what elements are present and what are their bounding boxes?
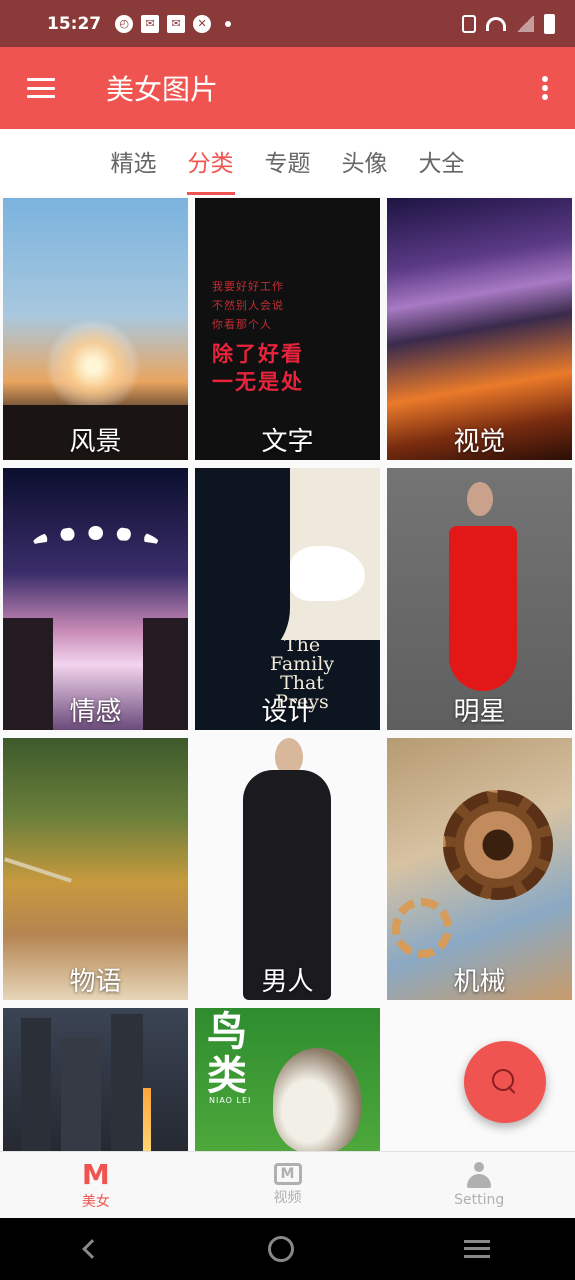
system-navigation-bar bbox=[0, 1218, 575, 1280]
small-gear-image bbox=[392, 898, 452, 958]
nav-item-beauty[interactable]: M 美女 bbox=[0, 1152, 192, 1218]
poster-title-zh: 鸟 类 bbox=[207, 1010, 247, 1098]
nav-item-setting[interactable]: Setting bbox=[383, 1152, 575, 1218]
category-tile-story[interactable]: 物语 bbox=[3, 738, 188, 1000]
poster-line: 我要好好工作 bbox=[212, 280, 284, 293]
category-tile-birds[interactable]: 鸟 类 NIAO LEI bbox=[195, 1008, 380, 1151]
tab-featured[interactable]: 精选 bbox=[111, 144, 157, 182]
person-icon bbox=[465, 1162, 493, 1190]
bottom-navigation: M 美女 M 视频 Setting bbox=[0, 1151, 575, 1218]
clock-notification-icon: ◴ bbox=[115, 14, 134, 33]
poster-line: 你看那个人 bbox=[212, 318, 272, 331]
vibrate-icon bbox=[462, 14, 476, 33]
category-tile-mechanical[interactable]: 机械 bbox=[387, 738, 572, 1000]
mail-notification-icon: ✉ bbox=[141, 14, 160, 33]
category-label: 物语 bbox=[69, 967, 122, 997]
dandelion-image bbox=[45, 318, 141, 414]
category-label: 设计 bbox=[261, 697, 314, 727]
building bbox=[111, 1014, 143, 1151]
tab-avatars[interactable]: 头像 bbox=[342, 144, 388, 182]
hand-image bbox=[290, 546, 365, 601]
home-icon[interactable] bbox=[268, 1236, 295, 1262]
more-notifications-dot-icon bbox=[225, 20, 232, 27]
wifi-icon bbox=[486, 16, 506, 31]
poster-headline: 除了好看 bbox=[212, 342, 304, 366]
category-tile-design[interactable]: The Family That Preys 设计 bbox=[195, 468, 380, 730]
nav-label: 美女 bbox=[81, 1194, 110, 1210]
red-dress-image bbox=[449, 526, 517, 691]
category-label: 风景 bbox=[69, 427, 122, 457]
category-tile-city[interactable] bbox=[3, 1008, 188, 1151]
m-logo-icon: M bbox=[81, 1157, 110, 1191]
shield-notification-icon: ✕ bbox=[193, 14, 212, 33]
app-title: 美女图片 bbox=[106, 73, 219, 106]
gear-image bbox=[443, 790, 553, 900]
category-tile-scenery[interactable]: 风景 bbox=[3, 198, 188, 460]
tab-topics[interactable]: 专题 bbox=[265, 144, 311, 182]
moon-phases-image bbox=[31, 526, 161, 566]
mail-notification-icon-2: ✉ bbox=[167, 14, 186, 33]
poster-char: 类 bbox=[207, 1053, 247, 1099]
battery-icon bbox=[544, 13, 555, 34]
category-label: 情感 bbox=[69, 697, 122, 727]
tab-all[interactable]: 大全 bbox=[419, 144, 465, 182]
nav-label: Setting bbox=[454, 1192, 505, 1208]
nav-item-video[interactable]: M 视频 bbox=[192, 1152, 384, 1218]
category-label: 视觉 bbox=[453, 427, 506, 457]
tab-bar: 精选 分类 专题 头像 大全 bbox=[0, 129, 575, 196]
category-label: 男人 bbox=[261, 967, 314, 997]
poster-line: 不然别人会说 bbox=[212, 299, 284, 312]
search-fab-button[interactable] bbox=[464, 1041, 546, 1123]
category-label: 明星 bbox=[453, 697, 506, 727]
category-tile-celebrity[interactable]: 明星 bbox=[387, 468, 572, 730]
model-head bbox=[467, 482, 493, 516]
poster-pinyin: NIAO LEI bbox=[209, 1096, 252, 1105]
bird-image bbox=[273, 1048, 361, 1151]
poster-headline: 一无是处 bbox=[212, 370, 304, 394]
status-bar: 15:27 ◴ ✉ ✉ ✕ bbox=[0, 0, 575, 47]
fence-image bbox=[4, 857, 72, 883]
category-tile-text[interactable]: 我要好好工作 不然别人会说 你看那个人 除了好看 一无是处 文字 bbox=[195, 198, 380, 460]
recent-apps-icon[interactable] bbox=[464, 1240, 491, 1258]
more-options-icon[interactable] bbox=[542, 76, 548, 100]
category-tile-visual[interactable]: 视觉 bbox=[387, 198, 572, 460]
building bbox=[61, 1038, 101, 1151]
app-bar: 美女图片 bbox=[0, 47, 575, 129]
search-icon bbox=[492, 1069, 518, 1095]
tab-categories[interactable]: 分类 bbox=[186, 144, 235, 195]
category-grid: 风景 我要好好工作 不然别人会说 你看那个人 除了好看 一无是处 文字 视觉 情… bbox=[0, 196, 575, 1151]
building bbox=[21, 1018, 51, 1151]
category-label: 文字 bbox=[261, 427, 314, 457]
video-icon: M bbox=[273, 1163, 302, 1185]
poster-char: 鸟 bbox=[207, 1009, 247, 1055]
status-time: 15:27 bbox=[47, 13, 102, 34]
category-label: 机械 bbox=[453, 967, 506, 997]
street-lights bbox=[143, 1088, 151, 1151]
back-icon[interactable] bbox=[81, 1239, 102, 1259]
status-right-icons bbox=[462, 13, 555, 34]
nav-label: 视频 bbox=[273, 1190, 302, 1206]
hamburger-menu-icon[interactable] bbox=[27, 78, 55, 98]
signal-icon bbox=[516, 15, 534, 32]
category-tile-emotion[interactable]: 情感 bbox=[3, 468, 188, 730]
category-tile-men[interactable]: 男人 bbox=[195, 738, 380, 1000]
